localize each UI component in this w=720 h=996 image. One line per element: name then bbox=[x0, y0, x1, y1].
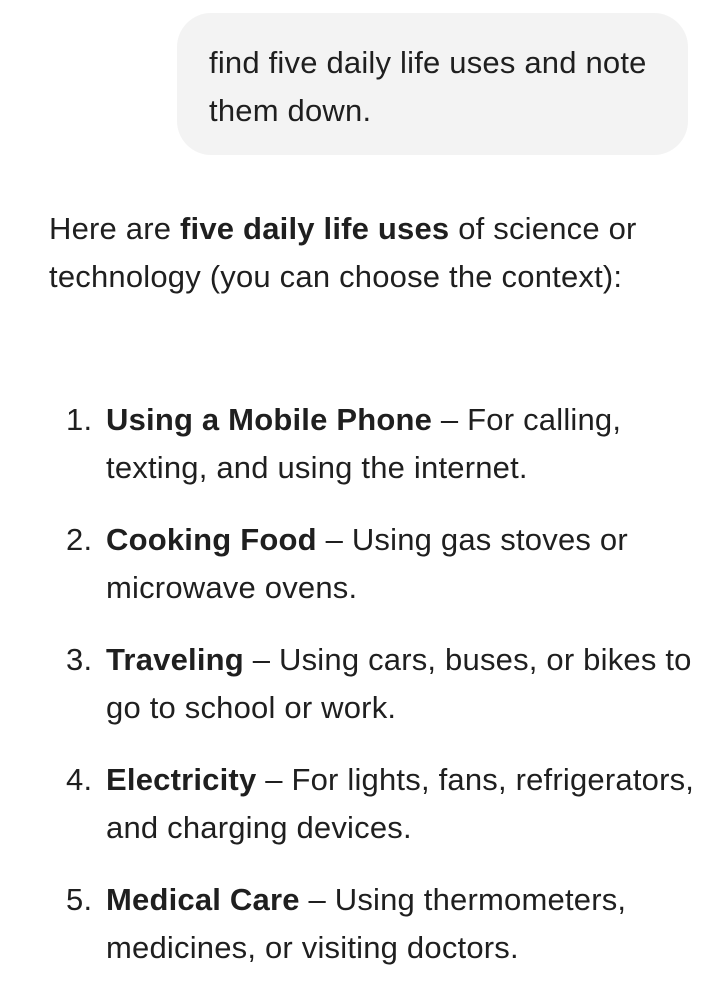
list-item-title: Using a Mobile Phone bbox=[106, 402, 433, 437]
list-item-cooking-food: 2. Cooking Food – Using gas stoves or mic… bbox=[49, 516, 699, 612]
list-item-dash: – bbox=[299, 882, 335, 917]
list-item-medical-care: 5. Medical Care – Using thermometers, med… bbox=[49, 876, 699, 972]
list-item-title: Cooking Food bbox=[106, 522, 317, 557]
user-message-bubble[interactable]: find five daily life uses and note them … bbox=[177, 13, 688, 155]
list-item-title: Electricity bbox=[106, 762, 257, 797]
uses-list: 1. Using a Mobile Phone – For calling, te… bbox=[49, 396, 699, 996]
list-item-title: Traveling bbox=[106, 642, 244, 677]
list-item-dash: – bbox=[316, 522, 352, 557]
list-item-electricity: 4. Electricity – For lights, fans, refrig… bbox=[49, 756, 699, 852]
list-item-traveling: 3. Traveling – Using cars, buses, or bike… bbox=[49, 636, 699, 732]
list-item-dash: – bbox=[243, 642, 279, 677]
response-intro: Here are five daily life uses of science… bbox=[49, 205, 699, 301]
list-item-dash: – bbox=[432, 402, 468, 437]
list-item-title: Medical Care bbox=[106, 882, 300, 917]
intro-text-start: Here are bbox=[49, 211, 181, 246]
list-item-number: 2. bbox=[66, 522, 93, 557]
list-item-dash: – bbox=[256, 762, 292, 797]
intro-bold-phrase: five daily life uses bbox=[180, 211, 450, 246]
user-message-text: find five daily life uses and note them … bbox=[209, 45, 647, 128]
list-item-number: 5. bbox=[66, 882, 93, 917]
assistant-response: Here are five daily life uses of science… bbox=[49, 205, 699, 965]
chat-transcript: find five daily life uses and note them … bbox=[0, 0, 720, 967]
list-item-number: 4. bbox=[66, 762, 93, 797]
list-item-number: 1. bbox=[66, 402, 93, 437]
list-item-number: 3. bbox=[66, 642, 93, 677]
list-item-mobile-phone: 1. Using a Mobile Phone – For calling, te… bbox=[49, 396, 699, 492]
